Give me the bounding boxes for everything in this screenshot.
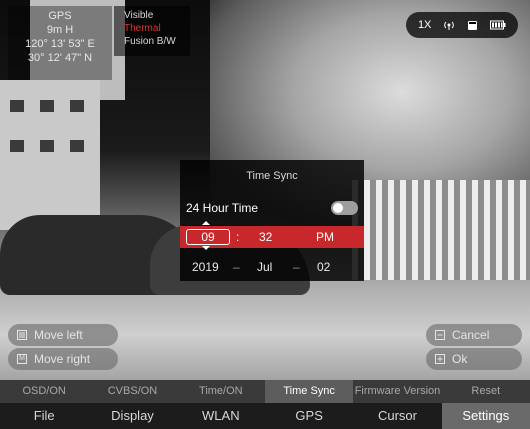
date-row: 2019 – Jul – 02 — [180, 258, 364, 276]
move-right-button[interactable]: M Move right — [8, 348, 118, 370]
battery-icon — [490, 20, 506, 30]
image-mode-panel: Visible Thermal Fusion B/W — [114, 6, 190, 56]
tab-gps[interactable]: GPS — [265, 403, 353, 429]
time-row: 09 : 32 PM — [180, 221, 364, 250]
hour24-label: 24 Hour Time — [186, 201, 259, 215]
move-left-label: Move left — [34, 328, 83, 342]
m-key-icon: M — [17, 354, 27, 364]
subtab-reset[interactable]: Reset — [442, 380, 530, 403]
tab-cursor[interactable]: Cursor — [353, 403, 441, 429]
gps-panel: GPS 9m H 120° 13' 53" E 30° 12' 47" N — [8, 6, 112, 80]
gps-title: GPS — [48, 10, 72, 22]
status-bar: 1X — [406, 12, 518, 38]
hour-down-arrow-icon[interactable] — [202, 246, 210, 250]
move-right-label: Move right — [34, 352, 91, 366]
ok-label: Ok — [452, 352, 468, 366]
tab-wlan[interactable]: WLAN — [177, 403, 265, 429]
subtab-osd[interactable]: OSD/ON — [0, 380, 88, 403]
day-field[interactable]: 02 — [317, 260, 330, 274]
main-tabs: File Display WLAN GPS Cursor Settings — [0, 403, 530, 429]
cancel-button[interactable]: Cancel — [426, 324, 522, 346]
subtab-time[interactable]: Time/ON — [177, 380, 265, 403]
mode-fusion[interactable]: Fusion B/W — [124, 35, 190, 48]
mode-thermal[interactable]: Thermal — [124, 22, 190, 35]
dialog-title: Time Sync — [246, 170, 298, 182]
toggle-knob — [333, 203, 343, 213]
minus-icon — [435, 330, 445, 340]
subtab-firmware-version[interactable]: Firmware Version — [353, 380, 441, 403]
signal-icon — [443, 19, 455, 31]
ampm-field[interactable]: PM — [316, 230, 334, 244]
subtab-time-sync[interactable]: Time Sync — [264, 380, 354, 403]
minute-field[interactable]: 32 — [259, 230, 272, 244]
subtab-cvbs[interactable]: CVBS/ON — [88, 380, 176, 403]
date-separator: – — [233, 260, 240, 274]
plus-icon — [435, 354, 445, 364]
ok-button[interactable]: Ok — [426, 348, 522, 370]
month-field[interactable]: Jul — [257, 260, 272, 274]
tab-display[interactable]: Display — [88, 403, 176, 429]
time-sync-dialog: Time Sync 24 Hour Time 09 : 32 PM 2019 –… — [180, 160, 364, 281]
building — [0, 80, 100, 230]
date-separator: – — [293, 260, 300, 274]
cancel-label: Cancel — [452, 328, 490, 342]
move-left-button[interactable]: Move left — [8, 324, 118, 346]
tab-file[interactable]: File — [0, 403, 88, 429]
mode-visible[interactable]: Visible — [124, 9, 190, 22]
gps-latitude: 30° 12' 47" N — [27, 52, 93, 64]
hour-field[interactable]: 09 — [186, 229, 230, 245]
tab-settings[interactable]: Settings — [441, 403, 530, 429]
hour-up-arrow-icon[interactable] — [202, 221, 210, 225]
hour24-toggle[interactable] — [331, 201, 358, 215]
settings-subtabs: OSD/ON CVBS/ON Time/ON Time Sync Firmwar… — [0, 380, 530, 403]
hour24-row: 24 Hour Time — [180, 200, 364, 218]
gps-longitude: 120° 13' 53" E — [25, 38, 95, 50]
gps-altitude: 9m H — [46, 24, 74, 36]
list-icon — [17, 330, 27, 340]
time-separator: : — [236, 230, 240, 244]
year-field[interactable]: 2019 — [192, 260, 219, 274]
zoom-level: 1X — [417, 19, 432, 31]
sd-card-icon — [467, 20, 478, 31]
